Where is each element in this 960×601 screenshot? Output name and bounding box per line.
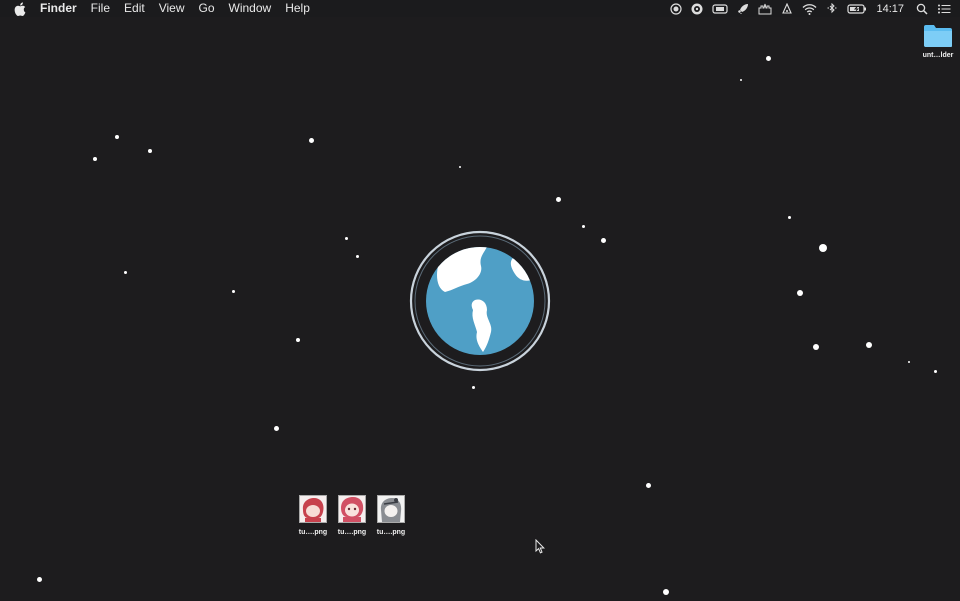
star bbox=[663, 589, 669, 595]
image-thumbnail-icon bbox=[299, 495, 327, 523]
star bbox=[93, 157, 97, 161]
star bbox=[148, 149, 152, 153]
alert-bell-icon[interactable] bbox=[781, 0, 793, 17]
star bbox=[232, 290, 235, 293]
star bbox=[309, 138, 314, 143]
menu-view[interactable]: View bbox=[159, 0, 185, 17]
star bbox=[601, 238, 606, 243]
menu-finder[interactable]: Finder bbox=[40, 0, 77, 17]
desktop-folder[interactable]: unt…lder bbox=[918, 24, 958, 59]
battery-charging-icon[interactable] bbox=[847, 0, 867, 17]
rocket-icon[interactable] bbox=[737, 0, 749, 17]
image-thumbnail-icon bbox=[377, 495, 405, 523]
star bbox=[345, 237, 348, 240]
menu-bar: Finder File Edit View Go Window Help 14:… bbox=[0, 0, 960, 17]
castle-icon[interactable] bbox=[758, 0, 772, 17]
star bbox=[934, 370, 937, 373]
file-label: tu….png bbox=[337, 529, 367, 536]
image-thumbnail-icon bbox=[338, 495, 366, 523]
star bbox=[296, 338, 300, 342]
folder-icon bbox=[924, 25, 952, 47]
folder-label: unt…lder bbox=[922, 52, 954, 59]
menu-file[interactable]: File bbox=[91, 0, 110, 17]
star bbox=[813, 344, 819, 350]
star bbox=[356, 255, 359, 258]
menu-go[interactable]: Go bbox=[199, 0, 215, 17]
status-area: 14:17 bbox=[670, 0, 960, 17]
star bbox=[115, 135, 119, 139]
menu-help[interactable]: Help bbox=[285, 0, 310, 17]
star bbox=[582, 225, 585, 228]
notification-center-icon[interactable] bbox=[937, 0, 951, 17]
star bbox=[37, 577, 42, 582]
star bbox=[556, 197, 561, 202]
mouse-cursor-icon bbox=[535, 539, 545, 554]
desktop-file[interactable]: tu….png bbox=[371, 495, 411, 536]
menu-clock[interactable]: 14:17 bbox=[876, 0, 904, 17]
star bbox=[472, 386, 475, 389]
battery-menu-icon[interactable] bbox=[712, 0, 729, 17]
bluetooth-icon[interactable] bbox=[826, 0, 838, 17]
star bbox=[766, 56, 771, 61]
star bbox=[740, 79, 742, 81]
wifi-icon[interactable] bbox=[802, 0, 817, 17]
spotlight-search-icon[interactable] bbox=[916, 0, 928, 17]
star bbox=[797, 290, 803, 296]
apple-menu-icon[interactable] bbox=[14, 1, 28, 16]
star bbox=[124, 271, 127, 274]
star bbox=[274, 426, 279, 431]
star bbox=[646, 483, 651, 488]
star bbox=[788, 216, 791, 219]
desktop-file[interactable]: tu….png bbox=[293, 495, 333, 536]
file-label: tu….png bbox=[376, 529, 406, 536]
star bbox=[908, 361, 910, 363]
star bbox=[459, 166, 461, 168]
record-icon[interactable] bbox=[670, 0, 683, 17]
file-label: tu….png bbox=[298, 529, 328, 536]
globe-logo-icon bbox=[409, 230, 551, 372]
menu-window[interactable]: Window bbox=[229, 0, 272, 17]
star bbox=[819, 244, 827, 252]
star bbox=[866, 342, 872, 348]
menu-edit[interactable]: Edit bbox=[124, 0, 145, 17]
gauge-icon[interactable] bbox=[691, 0, 703, 17]
desktop-file[interactable]: tu….png bbox=[332, 495, 372, 536]
